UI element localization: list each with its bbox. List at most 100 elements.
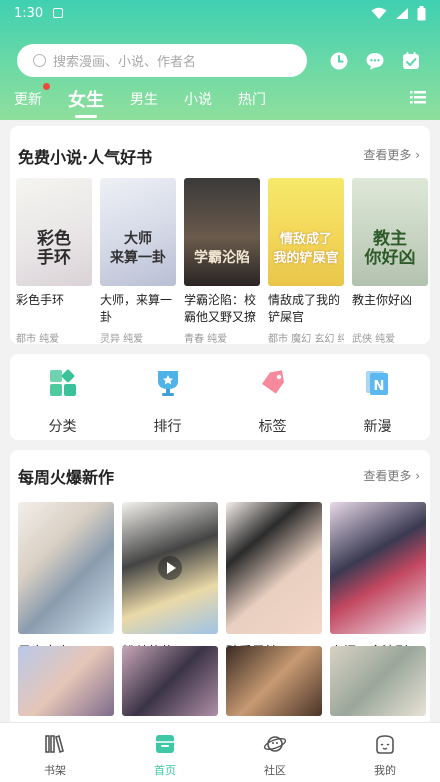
nav-bookshelf[interactable]: 书架 [0,723,110,782]
novel-title: 大师，来算一卦 [100,293,173,324]
profile-icon [376,735,394,754]
cover-title: 学霸沦陷 [194,250,250,266]
novel-cover: 学霸沦陷 [184,178,260,286]
svg-text:N: N [373,379,384,394]
entry-label: 标签 [258,419,287,435]
message-icon[interactable] [364,50,386,72]
see-more-label: 查看更多 [363,469,412,483]
novel-title: 教主你好凶 [352,293,413,307]
novel-item[interactable]: 大师 来算一卦 大师，来算一卦 灵异 纯爱 [100,178,176,345]
category-entry[interactable]: 分类 [33,368,93,436]
see-more-link[interactable]: 查看更多 › [363,146,420,163]
section-title: 每周火爆新作 [18,468,115,487]
weekly-hot-section: 每周火爆新作 查看更多 › 星空恋人 粉丝的信 醉爱男神 人烟不食法则 [10,450,430,740]
search-icon [33,54,46,67]
checkin-icon[interactable] [400,50,422,72]
new-icon: N [365,371,388,395]
novel-title: 学霸沦陷：校霸他又野又撩 [184,293,257,324]
see-more-link[interactable]: 查看更多 › [363,467,420,484]
comic-cover [18,502,114,634]
section-title: 免费小说·人气好书 [18,148,153,167]
novel-item[interactable]: 彩色 手环 彩色手环 都市 纯爱 [16,178,92,345]
cover-title: 大师 来算一卦 [110,231,166,266]
tab-male[interactable]: 男生 [130,89,158,109]
comic-cover [330,502,426,634]
tab-novel[interactable]: 小说 [184,89,212,109]
bookshelf-icon [45,734,64,754]
novel-title: 彩色手环 [16,293,65,307]
comic-cover [330,646,426,716]
novel-cover: 大师 来算一卦 [100,178,176,286]
comic-cover [226,646,322,716]
cover-title: 情敌成了 我的铲屎官 [273,232,339,266]
free-novels-section: 免费小说·人气好书 查看更多 › 彩色 手环 彩色手环 都市 纯爱 大师 来算一… [10,126,430,345]
comic-item[interactable]: 粉丝的信 [122,502,218,660]
comic-item[interactable] [226,646,322,716]
cover-title: 彩色 手环 [37,229,71,268]
home-icon [156,735,174,753]
cover-title: 教主 你好凶 [364,229,416,268]
novel-item[interactable]: 教主 你好凶 教主你好凶 武侠 纯爱 [352,178,428,345]
nav-label: 首页 [154,764,176,777]
comic-item[interactable] [330,646,426,716]
tab-label: 小说 [184,92,212,108]
signal-icon [396,7,408,19]
channel-tabs: 更新 女生 男生 小说 热门 [14,83,426,114]
quick-entry-section: 分类 排行 标签 N 新漫 [10,354,430,440]
ranking-entry[interactable]: 排行 [138,368,198,436]
search-input[interactable]: 搜索漫画、小说、作者名 [17,44,307,77]
comic-item[interactable]: 星空恋人 [18,502,114,660]
nav-label: 书架 [44,764,66,777]
tab-hot[interactable]: 热门 [238,89,266,109]
notification-icon [53,8,64,18]
nav-home[interactable]: 首页 [110,723,220,782]
tags-entry[interactable]: 标签 [243,368,303,436]
tab-label: 更新 [14,92,42,108]
tab-label: 男生 [130,92,158,108]
nav-community[interactable]: 社区 [220,723,330,782]
new-comics-entry[interactable]: N 新漫 [348,368,408,436]
battery-icon [417,5,426,20]
menu-icon[interactable] [410,90,426,108]
entry-label: 排行 [153,419,182,435]
novel-item[interactable]: 学霸沦陷 学霸沦陷：校霸他又野又撩 青春 纯爱 [184,178,260,345]
comic-cover [18,646,114,716]
tab-update[interactable]: 更新 [14,83,50,109]
comic-cover [226,502,322,634]
novel-tags: 都市 纯爱 [16,334,60,345]
novel-cover: 彩色 手环 [16,178,92,286]
nav-label: 社区 [264,764,286,777]
tab-label: 女生 [68,90,104,111]
entry-label: 新漫 [363,419,392,435]
novel-tags: 都市 魔幻 玄幻 纯 [268,334,344,345]
novel-tags: 灵异 纯爱 [100,334,144,345]
novel-tags: 武侠 纯爱 [352,334,396,345]
novel-title: 情敌成了我的铲屎官 [268,293,341,324]
novel-item[interactable]: 情敌成了 我的铲屎官 情敌成了我的铲屎官 都市 魔幻 玄幻 纯 [268,178,344,345]
header: 1:30 搜索漫画、小说、作者名 更新 女生 男生 小说 热门 [0,0,440,120]
tab-female[interactable]: 女生 [68,86,104,112]
trophy-icon [157,371,178,396]
planet-icon [263,736,287,752]
grid-icon [49,369,76,396]
novel-cover: 教主 你好凶 [352,178,428,286]
wifi-icon [371,7,387,19]
comic-item[interactable] [122,646,218,716]
nav-profile[interactable]: 我的 [330,723,440,782]
tag-icon [261,370,284,394]
comic-item[interactable]: 醉爱男神 [226,502,322,660]
comic-cover [122,502,218,634]
comic-item[interactable] [18,646,114,716]
search-placeholder: 搜索漫画、小说、作者名 [53,55,197,70]
nav-label: 我的 [374,764,396,777]
bottom-nav: 书架 首页 社区 我的 [0,722,440,782]
play-icon[interactable] [158,556,182,580]
tab-label: 热门 [238,92,266,108]
status-time: 1:30 [14,5,44,21]
comic-cover [122,646,218,716]
comic-item[interactable]: 人烟不食法则 [330,502,426,660]
new-badge [43,83,50,90]
novel-tags: 青春 纯爱 [184,334,228,345]
status-bar: 1:30 [0,0,440,26]
history-icon[interactable] [328,50,350,72]
